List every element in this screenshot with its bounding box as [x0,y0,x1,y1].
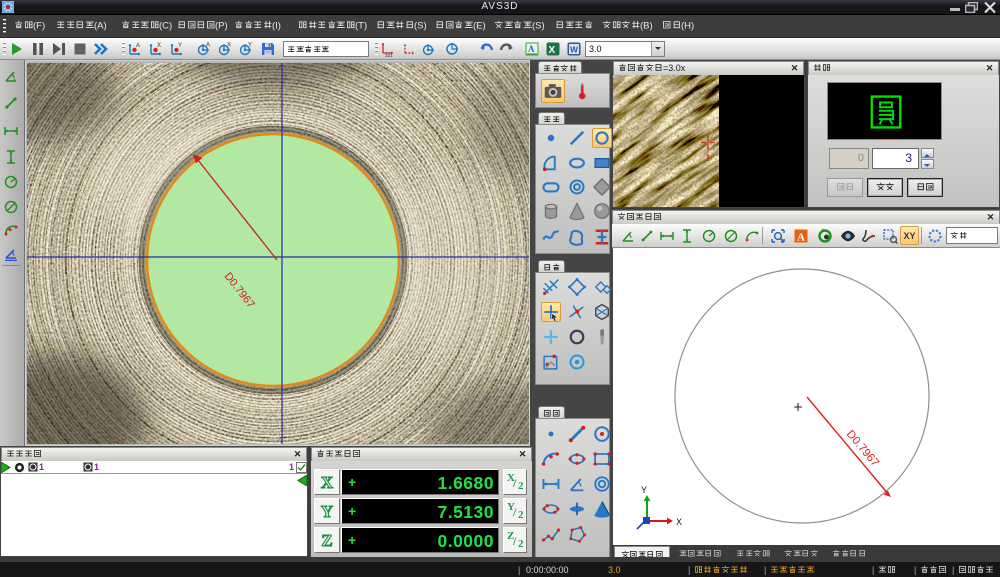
svg-text:X: X [157,43,161,49]
svg-text:A: A [797,232,805,244]
svg-text:Y: Y [178,43,182,49]
svg-text:Y: Y [248,43,252,49]
svg-text:A: A [136,43,140,49]
svg-text:Y: Y [641,485,647,495]
svg-text:X: X [549,45,556,56]
svg-text:A: A [528,44,535,54]
svg-text:X: X [676,517,682,527]
svg-text:W: W [570,45,579,55]
svg-text:321: 321 [385,53,393,57]
svg-text:X: X [227,43,231,49]
svg-text:A: A [206,43,210,49]
